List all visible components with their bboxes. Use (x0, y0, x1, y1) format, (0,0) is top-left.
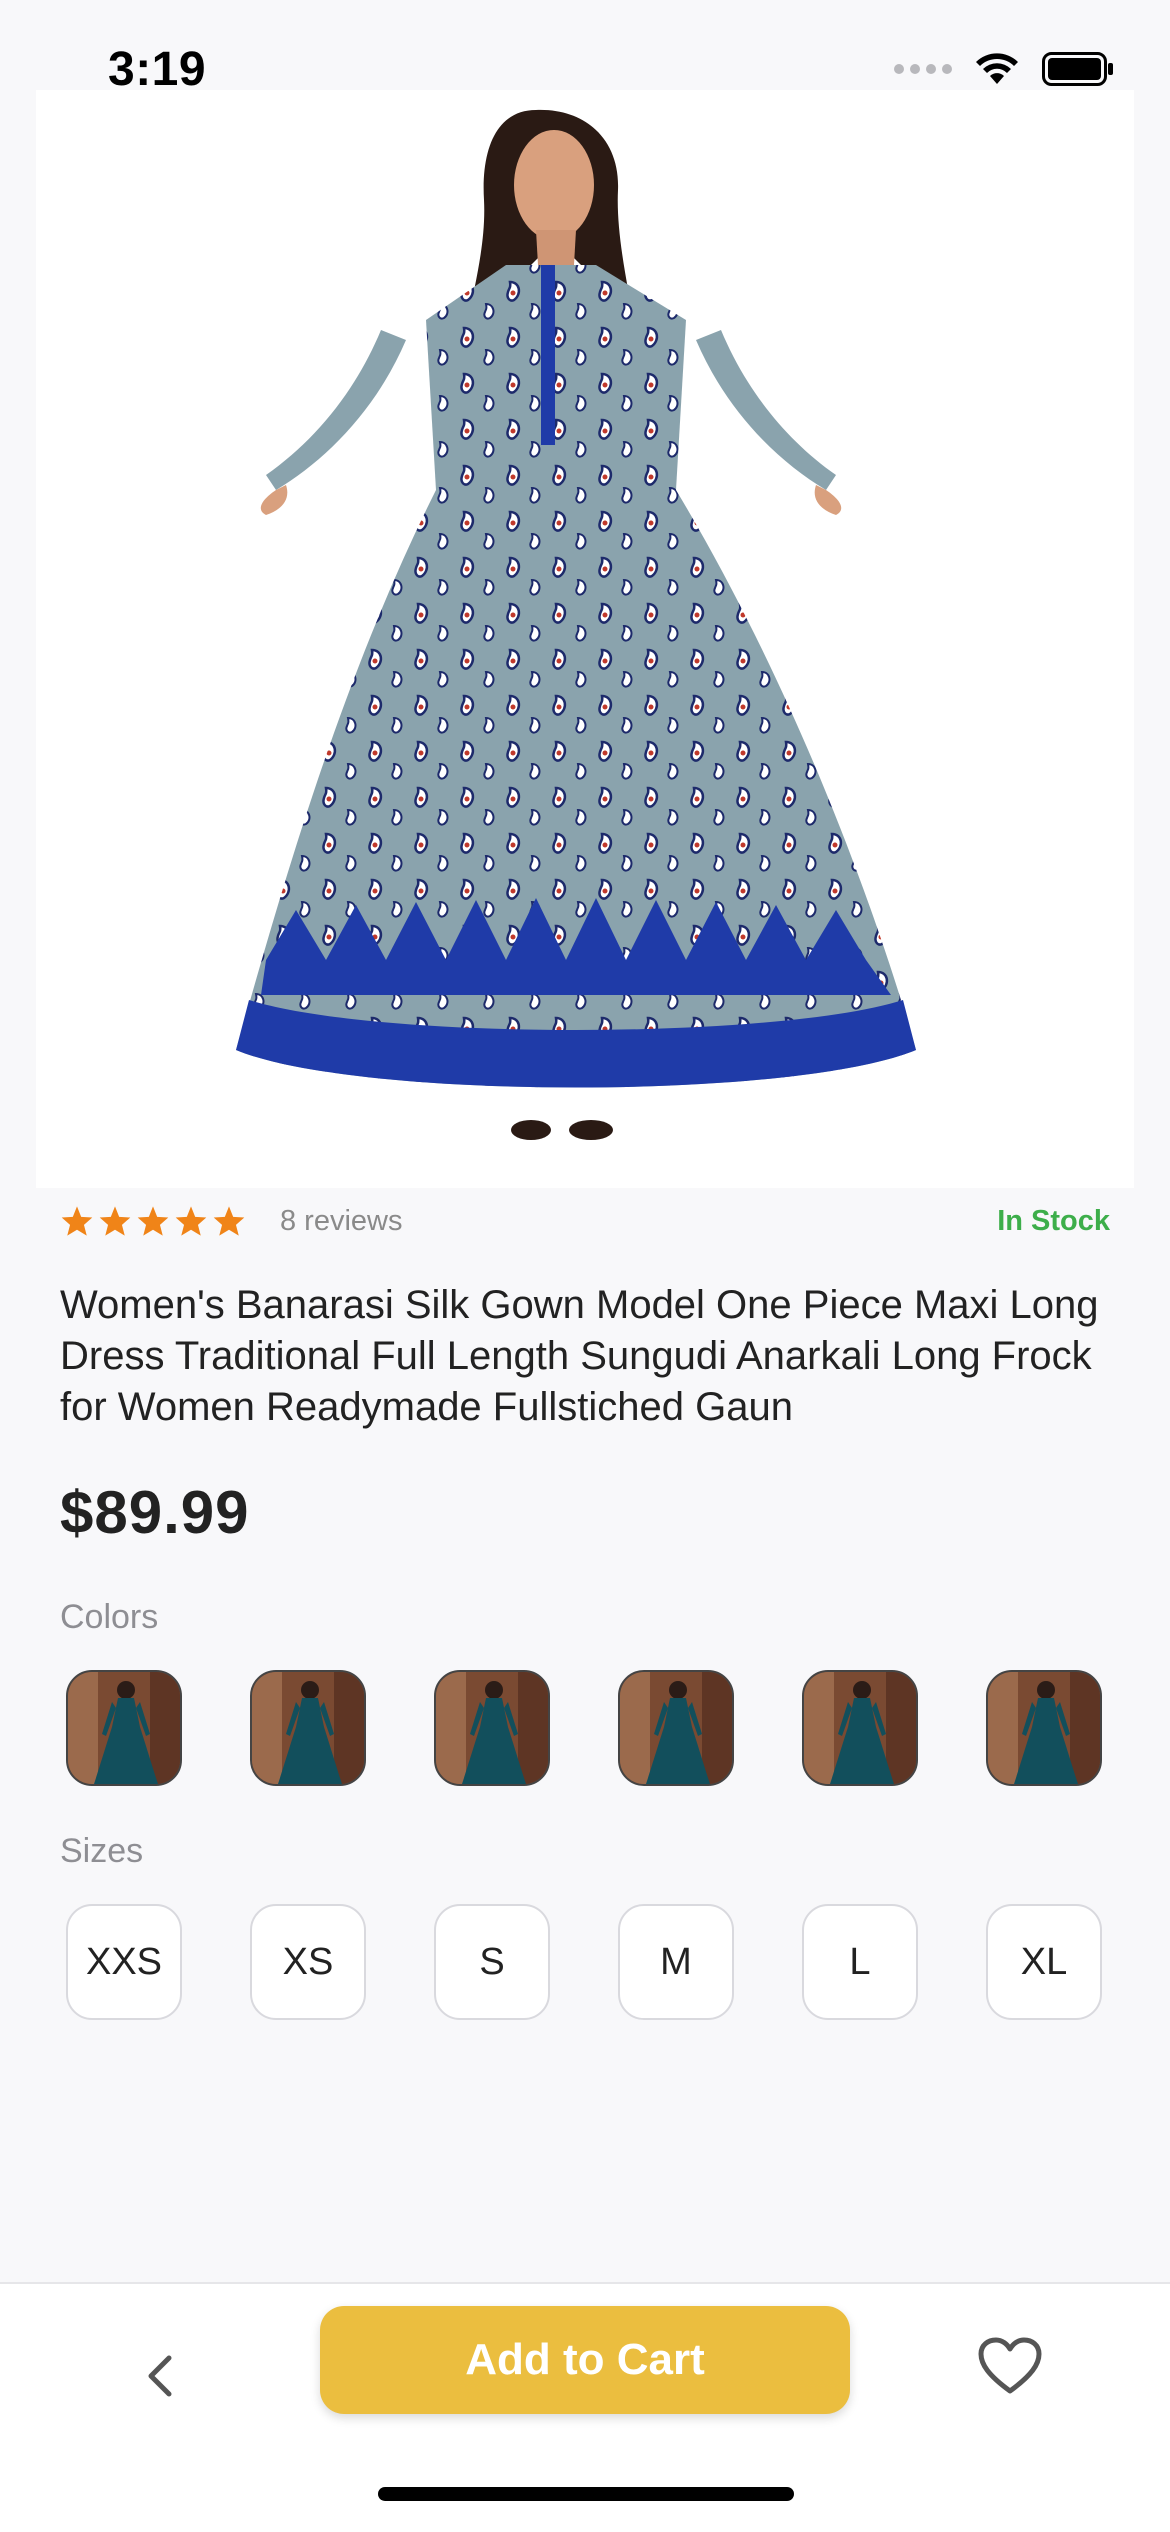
star-icon (99, 1206, 131, 1236)
color-swatch[interactable] (66, 1670, 182, 1786)
size-option-m[interactable]: M (618, 1904, 734, 2020)
add-to-cart-button[interactable]: Add to Cart (320, 2306, 850, 2414)
stock-status: In Stock (997, 1204, 1110, 1237)
battery-icon (1042, 52, 1113, 86)
swatch-thumbnail (68, 1672, 180, 1784)
reviews-count[interactable]: 8 reviews (280, 1205, 403, 1238)
home-indicator[interactable] (378, 2487, 794, 2501)
swatch-thumbnail (988, 1672, 1100, 1784)
color-swatch[interactable] (618, 1670, 734, 1786)
swatch-thumbnail (804, 1672, 916, 1784)
cellular-signal-icon (894, 64, 952, 74)
star-icon (137, 1206, 169, 1236)
color-swatch[interactable] (434, 1670, 550, 1786)
size-option-l[interactable]: L (802, 1904, 918, 2020)
product-price: $89.99 (60, 1479, 250, 1546)
chevron-left-icon (148, 2355, 172, 2397)
size-option-xs[interactable]: XS (250, 1904, 366, 2020)
colors-label: Colors (60, 1598, 159, 1636)
product-image[interactable] (36, 90, 1134, 1188)
star-icon (61, 1206, 93, 1236)
dress-illustration (236, 109, 916, 1140)
size-option-xl[interactable]: XL (986, 1904, 1102, 2020)
size-option-s[interactable]: S (434, 1904, 550, 2020)
size-option-xxs[interactable]: XXS (66, 1904, 182, 2020)
rating-row: 8 reviews In Stock (60, 1196, 1110, 1246)
rating-stars (60, 1205, 246, 1237)
swatch-thumbnail (436, 1672, 548, 1784)
size-options: XXS XS S M L XL (66, 1904, 1102, 2020)
swatch-thumbnail (620, 1672, 732, 1784)
star-icon (213, 1206, 245, 1236)
color-swatch[interactable] (802, 1670, 918, 1786)
product-title: Women's Banarasi Silk Gown Model One Pie… (60, 1283, 1099, 1429)
wifi-icon (976, 53, 1018, 84)
color-swatch[interactable] (250, 1670, 366, 1786)
back-button[interactable] (136, 2346, 184, 2406)
sizes-label: Sizes (60, 1832, 144, 1870)
color-swatches (66, 1670, 1102, 1786)
status-icons (894, 52, 1114, 86)
heart-icon (978, 2337, 1042, 2394)
favorite-button[interactable] (974, 2330, 1046, 2402)
status-time: 3:19 (108, 43, 207, 96)
swatch-thumbnail (252, 1672, 364, 1784)
star-icon (175, 1206, 207, 1236)
color-swatch[interactable] (986, 1670, 1102, 1786)
product-detail-screen: 3:19 8 reviews In Stock Women's Banarasi… (0, 0, 1170, 2532)
